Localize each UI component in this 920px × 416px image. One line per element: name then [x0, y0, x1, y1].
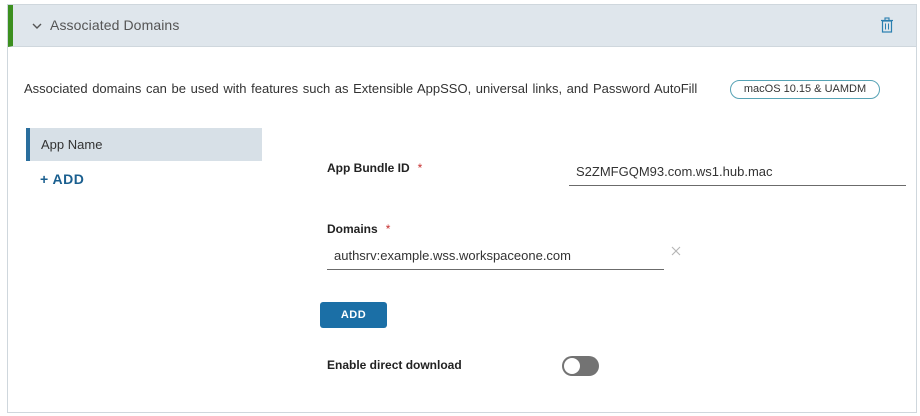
os-requirement-badge: macOS 10.15 & UAMDM [730, 80, 880, 99]
app-list-item-label: App Name [41, 137, 103, 152]
required-marker: * [417, 161, 423, 175]
app-bundle-id-value: S2ZMFGQM93.com.ws1.hub.mac [576, 164, 773, 179]
domains-value: authsrv:example.wss.workspaceone.com [334, 248, 571, 263]
direct-download-label: Enable direct download [327, 358, 462, 372]
toggle-knob [564, 358, 580, 374]
section-description: Associated domains can be used with feat… [24, 81, 698, 96]
chevron-down-icon[interactable] [30, 19, 44, 33]
domains-input[interactable]: authsrv:example.wss.workspaceone.com [327, 243, 664, 270]
app-bundle-id-label-text: App Bundle ID [327, 161, 410, 175]
direct-download-toggle[interactable] [562, 356, 599, 376]
add-app-link[interactable]: + ADD [40, 171, 84, 187]
trash-icon[interactable] [880, 17, 894, 33]
domains-label-text: Domains [327, 222, 378, 236]
section-header[interactable]: Associated Domains [8, 5, 916, 47]
app-bundle-id-input[interactable]: S2ZMFGQM93.com.ws1.hub.mac [569, 159, 906, 186]
section-title: Associated Domains [50, 17, 180, 33]
app-bundle-id-label: App Bundle ID * [327, 161, 422, 175]
domains-label: Domains * [327, 222, 390, 236]
close-icon[interactable] [671, 246, 681, 256]
associated-domains-panel: Associated Domains [7, 4, 917, 413]
app-list-item[interactable]: App Name [26, 128, 262, 161]
add-domain-button[interactable]: ADD [320, 302, 387, 328]
required-marker: * [385, 222, 391, 236]
